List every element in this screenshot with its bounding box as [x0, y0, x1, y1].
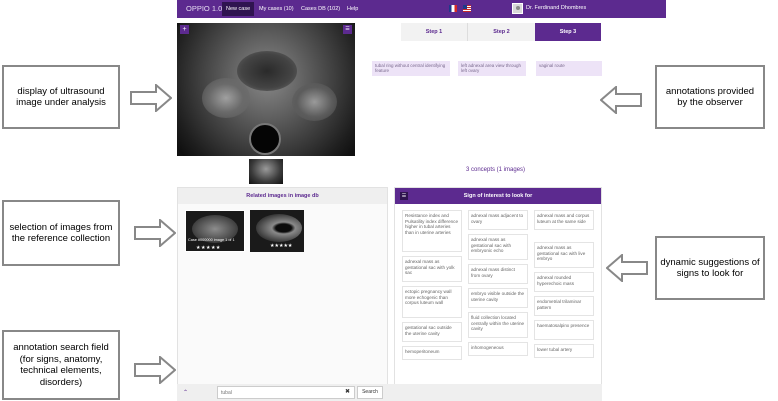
related-image-content — [256, 214, 302, 242]
arrow-right-icon — [130, 84, 172, 112]
flag-fr-icon[interactable] — [449, 5, 457, 12]
sign-item[interactable]: adnexal mass and corpus luteum at the sa… — [534, 210, 594, 230]
sign-item[interactable]: embryo visible outside the uterine cavit… — [468, 288, 528, 308]
search-input[interactable]: tubal — [217, 386, 355, 399]
sign-item[interactable]: adnexal rounded hyperechoic mass — [534, 272, 594, 292]
sign-item[interactable]: ectopic pregnancy wall more echogenic th… — [402, 286, 462, 318]
ultrasound-structure — [237, 51, 297, 91]
top-bar: OPPIO 1.0 New case My cases (10) Cases D… — [177, 0, 666, 18]
signs-panel: Sign of interest to look for ☰ Resistanc… — [394, 187, 602, 400]
add-icon[interactable]: + — [180, 25, 189, 34]
related-images-title: Related images in image db — [178, 188, 387, 204]
step-progress: Step 1 Step 2 Step 3 — [401, 23, 601, 41]
callout-dynamic: dynamic suggestions of signs to look for — [655, 236, 765, 300]
sign-item[interactable]: haematosalpinx presence — [534, 320, 594, 340]
callout-annotations: annotations provided by the observer — [655, 65, 765, 129]
app-brand[interactable]: OPPIO 1.0 — [186, 4, 222, 13]
annotation-chip[interactable]: tubal ring without central identifying f… — [372, 61, 450, 76]
sign-item[interactable]: adnexal mass as gestational sac with yol… — [402, 256, 462, 282]
annotation-chip[interactable]: left adnexal area view through left ovar… — [458, 61, 526, 76]
rating-stars-icon[interactable]: ★★★★★ — [270, 243, 292, 249]
menu-icon[interactable]: ☰ — [343, 25, 352, 34]
related-image[interactable]: Case #000000 image 1 of 1 ★★★★★ — [185, 210, 245, 252]
sign-item[interactable]: adnexal mass as gestational sac with emb… — [468, 234, 528, 260]
arrow-right-icon — [134, 219, 176, 247]
sign-item[interactable]: adnexal mass adjacent to ovary — [468, 210, 528, 230]
sign-item[interactable]: Resistance index and Pulsatility index d… — [402, 210, 462, 252]
rating-stars-icon[interactable]: ★★★★★ — [196, 245, 221, 251]
nav-help[interactable]: Help — [343, 2, 362, 16]
signs-title: Sign of interest to look for — [395, 188, 601, 204]
related-images-panel: Related images in image db Case #000000 … — [177, 187, 388, 400]
ultrasound-structure — [292, 83, 337, 121]
sign-item[interactable]: fluid collection located centrally withi… — [468, 312, 528, 338]
sign-item[interactable]: inhomogeneous — [468, 342, 528, 356]
arrow-left-icon — [606, 254, 648, 282]
search-bar: ⌃ tubal ✖ Search — [177, 384, 602, 401]
chevron-up-icon[interactable]: ⌃ — [183, 389, 188, 396]
step-2[interactable]: Step 2 — [467, 23, 535, 41]
sign-item[interactable]: lower tubal artery — [534, 344, 594, 358]
nav-my-cases[interactable]: My cases (10) — [255, 2, 298, 16]
avatar[interactable] — [512, 3, 523, 14]
step-3[interactable]: Step 3 — [535, 23, 601, 41]
user-name[interactable]: Dr. Ferdinand Dhombres — [526, 5, 586, 11]
sign-item[interactable]: endometrial trilaminar pattern — [534, 296, 594, 316]
nav-new-case[interactable]: New case — [222, 2, 255, 16]
related-image[interactable]: ★★★★★ — [250, 210, 304, 252]
sign-item[interactable]: hemoperitoneum — [402, 346, 462, 360]
arrow-right-icon — [134, 356, 176, 384]
arrow-left-icon — [600, 86, 642, 114]
callout-search: annotation search field (for signs, anat… — [2, 330, 120, 400]
step-1[interactable]: Step 1 — [401, 23, 467, 41]
search-button[interactable]: Search — [357, 386, 383, 399]
ultrasound-image: + ☰ — [177, 23, 355, 156]
annotation-chip[interactable]: vaginal route — [536, 61, 602, 76]
concepts-count: 3 concepts (1 images) — [466, 167, 526, 173]
ultrasound-probe-area — [249, 123, 281, 155]
flag-uk-icon[interactable] — [463, 5, 471, 12]
callout-display: display of ultrasound image under analys… — [2, 65, 120, 129]
ultrasound-thumbnail[interactable] — [249, 159, 283, 184]
nav-cases-db[interactable]: Cases DB (102) — [297, 2, 344, 16]
sign-item[interactable]: adnexal mass distinct from ovary — [468, 264, 528, 284]
sign-item[interactable]: gestational sac outside the uterine cavi… — [402, 322, 462, 342]
clear-icon[interactable]: ✖ — [345, 388, 350, 395]
ultrasound-structure — [202, 78, 250, 118]
related-image-caption: Case #000000 image 1 of 1 — [188, 238, 235, 242]
list-icon[interactable]: ☰ — [400, 192, 408, 200]
callout-selection: selection of images from the reference c… — [2, 200, 120, 266]
sign-item[interactable]: adnexal mass as gestational sac with liv… — [534, 242, 594, 268]
